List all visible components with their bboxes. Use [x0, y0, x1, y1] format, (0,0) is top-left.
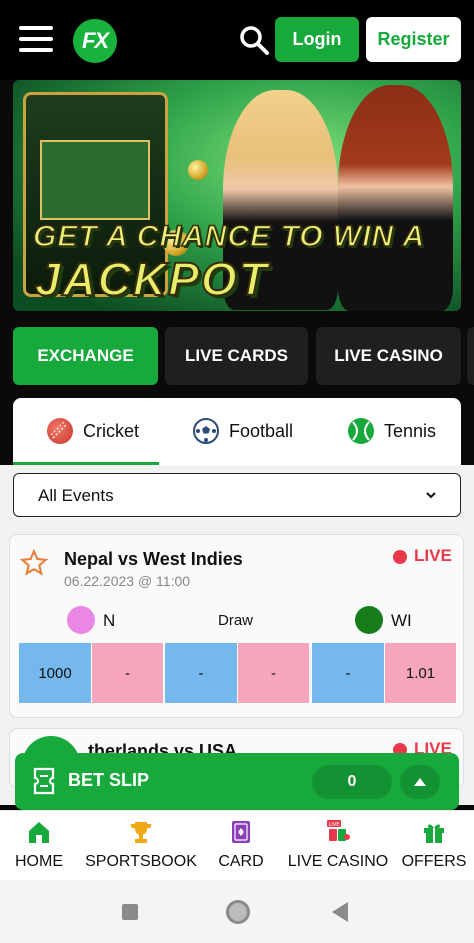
nav-live-casino-label: LIVE CASINO: [287, 853, 389, 870]
svg-text:LIVE: LIVE: [329, 822, 340, 828]
events-filter-value: All Events: [38, 486, 114, 505]
bet-slip-count: 0: [312, 765, 392, 799]
back-icon[interactable]: [332, 902, 348, 922]
odds-lay-draw[interactable]: -: [238, 643, 309, 703]
register-button[interactable]: Register: [366, 17, 461, 62]
chevron-up-icon[interactable]: [400, 765, 440, 799]
tab-live-casino[interactable]: LIVE CASINO: [316, 327, 461, 385]
football-icon: [192, 418, 219, 444]
banner-jackpot-text: JACKPOT: [34, 252, 269, 306]
home-icon: [29, 822, 49, 843]
live-indicator-dot: [393, 550, 407, 564]
nav-live-casino[interactable]: LIVE LIVE CASINO: [286, 819, 390, 871]
nav-card[interactable]: CARD: [218, 819, 264, 871]
sport-tabs: Cricket Football Tennis: [13, 398, 461, 466]
nav-card-label: CARD: [218, 853, 264, 870]
home-button-icon[interactable]: [226, 900, 250, 924]
tab-cricket-label: Cricket: [82, 420, 139, 441]
model-image: [338, 85, 453, 311]
match-card[interactable]: Nepal vs West Indies 06.22.2023 @ 11:00 …: [9, 534, 464, 718]
tab-cricket[interactable]: Cricket: [23, 398, 163, 464]
recent-apps-icon[interactable]: [122, 904, 138, 920]
tab-football[interactable]: Football: [173, 398, 313, 464]
tab-more-partial[interactable]: [467, 327, 474, 385]
banner-headline: GET A CHANCE TO WIN A: [32, 219, 426, 254]
tab-tennis[interactable]: Tennis: [323, 398, 461, 464]
system-nav-bar: [0, 880, 474, 943]
tab-football-label: Football: [228, 420, 294, 441]
odds-back-team1[interactable]: 1000: [19, 643, 91, 703]
nav-home-label: HOME: [15, 853, 63, 870]
odds-back-draw[interactable]: -: [165, 643, 237, 703]
team1-label: N: [103, 611, 116, 630]
bet-slip-bar[interactable]: BET SLIP 0: [15, 753, 459, 810]
brand-logo[interactable]: FX: [73, 19, 117, 63]
odds-lay-team1[interactable]: -: [92, 643, 163, 703]
tennis-ball-icon: [347, 418, 374, 444]
live-casino-icon: LIVE: [327, 820, 350, 841]
odds-back-team2[interactable]: -: [312, 643, 384, 703]
jackpot-banner[interactable]: GET A CHANCE TO WIN A JACKPOT: [13, 80, 461, 311]
nav-sportsbook[interactable]: SPORTSBOOK: [85, 819, 197, 871]
logo-text: FX: [81, 28, 109, 53]
gift-icon: [424, 824, 444, 843]
login-button[interactable]: Login: [275, 17, 359, 62]
odds-lay-team2[interactable]: 1.01: [385, 643, 456, 703]
tab-live-cards[interactable]: LIVE CARDS: [165, 327, 308, 385]
live-badge: LIVE: [414, 546, 452, 565]
bottom-navigation: HOME SPORTSBOOK CARD LIVE LIVE CASINO OF…: [0, 810, 474, 880]
chevron-down-icon: [426, 492, 436, 499]
active-tab-indicator: [13, 462, 159, 465]
events-filter-dropdown[interactable]: All Events: [13, 473, 461, 517]
nav-sportsbook-label: SPORTSBOOK: [85, 853, 197, 870]
cricket-ball-icon: [46, 418, 73, 444]
card-icon: [232, 821, 250, 843]
nav-offers-label: OFFERS: [401, 853, 467, 870]
top-header: FX Login Register: [0, 0, 474, 80]
match-datetime: 06.22.2023 @ 11:00: [64, 573, 191, 589]
draw-label: Draw: [218, 612, 254, 629]
nav-offers[interactable]: OFFERS: [401, 819, 467, 871]
tab-exchange[interactable]: EXCHANGE: [13, 327, 158, 385]
star-favorite-icon[interactable]: [20, 549, 48, 577]
match-title[interactable]: Nepal vs West Indies: [64, 549, 243, 570]
menu-icon[interactable]: [19, 26, 53, 52]
search-icon[interactable]: [238, 24, 270, 56]
team2-color-dot: [355, 606, 383, 634]
bet-slip-label: BET SLIP: [68, 770, 150, 790]
team1-color-dot: [67, 606, 95, 634]
ticket-icon: [33, 767, 55, 795]
nav-home[interactable]: HOME: [14, 819, 64, 871]
tab-tennis-label: Tennis: [383, 420, 437, 441]
team2-label: WI: [391, 611, 412, 630]
trophy-icon: [130, 822, 152, 843]
coin-image: [188, 160, 208, 180]
